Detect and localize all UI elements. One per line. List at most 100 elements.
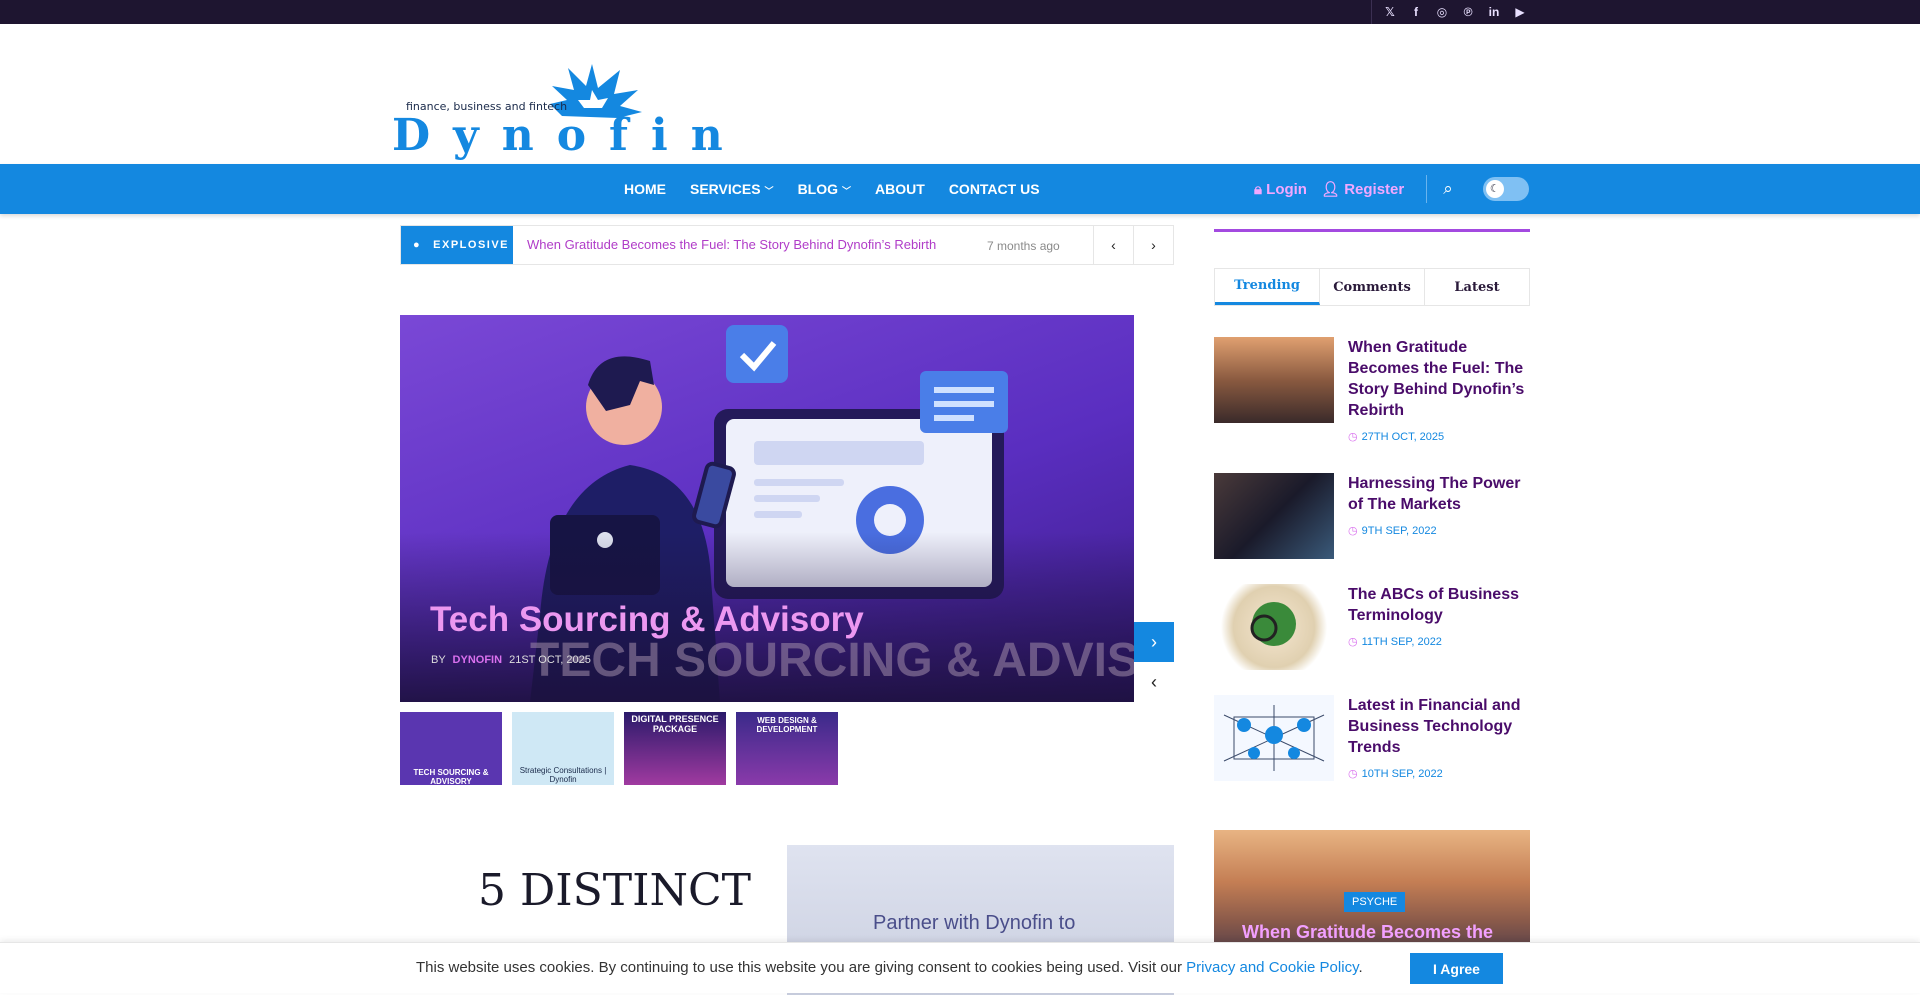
post-date-text: 9TH SEP, 2022 — [1361, 525, 1437, 537]
post-thumbnail[interactable] — [1214, 584, 1334, 670]
category-badge[interactable]: PSYCHE — [1344, 892, 1406, 912]
post-title[interactable]: When Gratitude Becomes the Fuel: The Sto… — [1348, 337, 1530, 421]
chevron-down-icon: ﹀ — [764, 186, 774, 196]
hero-title[interactable]: Tech Sourcing & Advisory — [430, 600, 864, 640]
clock-icon: ◷ — [1348, 525, 1358, 537]
list-item[interactable]: Latest in Financial and Business Technol… — [1214, 695, 1530, 805]
post-date-text: 27TH OCT, 2025 — [1361, 431, 1445, 443]
nav-divider — [1426, 175, 1428, 203]
logo-wordmark: Dynofin — [392, 110, 746, 161]
thumbnail-caption: WEB DESIGN & DEVELOPMENT — [756, 716, 818, 734]
hero-slide[interactable]: TECH SOURCING & ADVISORY Tech Sourcing &… — [400, 315, 1134, 702]
user-icon: 👤︎ — [1320, 181, 1341, 198]
nav-about[interactable]: ABOUT — [875, 181, 925, 197]
post-date-text: 10TH SEP, 2022 — [1361, 768, 1443, 780]
privacy-policy-link[interactable]: Privacy and Cookie Policy — [1186, 959, 1358, 976]
detective-illustration — [1250, 602, 1296, 646]
search-icon[interactable]: ⌕ — [1443, 179, 1453, 199]
facebook-icon[interactable]: f — [1406, 2, 1426, 22]
ticker-headline[interactable]: When Gratitude Becomes the Fuel: The Sto… — [527, 237, 936, 252]
cookie-text: This website uses cookies. By continuing… — [416, 959, 1363, 976]
thumbnail-3[interactable]: DIGITAL PRESENCE PACKAGE — [624, 712, 726, 785]
login-link[interactable]: 🔒︎ Login — [1254, 181, 1307, 198]
top-bar: 𝕏 f ◎ ℗ in ▶ — [0, 0, 1920, 24]
pinterest-icon[interactable]: ℗ — [1458, 2, 1478, 22]
main-nav: HOME SERVICES ﹀ BLOG ﹀ ABOUT CONTACT US 🔒︎… — [0, 164, 1920, 214]
instagram-icon[interactable]: ◎ — [1432, 2, 1452, 22]
section-heading: 5 DISTINCT — [478, 865, 752, 916]
thumbnail-caption: Strategic Consultations | Dynofin — [519, 766, 607, 784]
register-link[interactable]: 👤︎ Register — [1321, 180, 1404, 198]
agree-button[interactable]: I Agree — [1410, 953, 1503, 984]
post-date: ◷ 9TH SEP, 2022 — [1348, 524, 1437, 537]
hero-date: 21ST OCT, 2025 — [509, 654, 591, 666]
post-thumbnail[interactable] — [1214, 473, 1334, 559]
post-date: ◷ 27TH OCT, 2025 — [1348, 430, 1444, 443]
nav-services[interactable]: SERVICES ﹀ — [690, 181, 774, 197]
chevron-down-icon: ﹀ — [842, 186, 852, 196]
nav-services-label: SERVICES — [690, 181, 761, 197]
nav-contact[interactable]: CONTACT US — [949, 181, 1040, 197]
site-header: finance, business and fintech Dynofin — [0, 24, 1920, 164]
ticker-prev-button[interactable]: ‹ — [1093, 226, 1133, 264]
sidebar-tabs: Trending Comments Latest — [1214, 268, 1530, 306]
post-thumbnail[interactable] — [1214, 337, 1334, 423]
social-links: 𝕏 f ◎ ℗ in ▶ — [1371, 0, 1530, 24]
chevron-right-icon: › — [1151, 631, 1157, 652]
ticker-label: ● EXPLOSIVE — [401, 226, 513, 264]
nav-blog[interactable]: BLOG ﹀ — [798, 181, 851, 197]
slider-next-button[interactable]: › — [1134, 622, 1174, 662]
tab-latest[interactable]: Latest — [1425, 269, 1529, 305]
bomb-icon: ● — [413, 239, 422, 251]
dark-mode-toggle[interactable]: ☾ — [1482, 177, 1529, 201]
thumbnail-caption: DIGITAL PRESENCE PACKAGE — [631, 714, 719, 734]
clock-icon: ◷ — [1348, 768, 1358, 780]
lock-icon: 🔒︎ — [1254, 180, 1262, 198]
list-item[interactable]: The ABCs of Business Terminology ◷ 11TH S… — [1214, 584, 1530, 674]
post-title[interactable]: The ABCs of Business Terminology — [1348, 584, 1530, 626]
post-title[interactable]: Latest in Financial and Business Technol… — [1348, 695, 1530, 758]
thumbnail-1[interactable]: TECH SOURCING & ADVISORY — [400, 712, 502, 785]
network-illustration — [1223, 705, 1325, 771]
slider-prev-button[interactable]: ‹ — [1134, 662, 1174, 702]
chevron-left-icon: ‹ — [1151, 671, 1157, 692]
login-label: Login — [1266, 180, 1307, 198]
ticker-next-button[interactable]: › — [1133, 226, 1173, 264]
slider-thumbnails: TECH SOURCING & ADVISORY Strategic Consu… — [400, 712, 838, 785]
ticker-time: 7 months ago — [987, 239, 1060, 253]
youtube-icon[interactable]: ▶ — [1510, 2, 1530, 22]
tab-trending[interactable]: Trending — [1215, 269, 1320, 305]
list-item[interactable]: When Gratitude Becomes the Fuel: The Sto… — [1214, 337, 1530, 447]
post-thumbnail[interactable] — [1214, 695, 1334, 781]
sidebar-divider — [1214, 229, 1530, 232]
tab-comments[interactable]: Comments — [1320, 269, 1425, 305]
cookie-message: This website uses cookies. By continuing… — [416, 959, 1187, 976]
thumbnail-4[interactable]: WEB DESIGN & DEVELOPMENT — [736, 712, 838, 785]
site-logo[interactable]: finance, business and fintech Dynofin — [392, 38, 723, 161]
post-date: ◷ 10TH SEP, 2022 — [1348, 767, 1443, 780]
thumbnail-caption: TECH SOURCING & ADVISORY — [413, 768, 489, 785]
hero-by: BY — [431, 654, 446, 666]
thumbnail-2[interactable]: Strategic Consultations | Dynofin — [512, 712, 614, 785]
clock-icon: ◷ — [1348, 636, 1358, 648]
list-item[interactable]: Harnessing The Power of The Markets ◷ 9TH… — [1214, 473, 1530, 563]
featured-post[interactable]: PSYCHE When Gratitude Becomes the — [1214, 830, 1530, 960]
post-date: ◷ 11TH SEP, 2022 — [1348, 635, 1442, 648]
ticker-label-text: EXPLOSIVE — [433, 239, 510, 251]
featured-post-title[interactable]: When Gratitude Becomes the — [1242, 922, 1493, 943]
x-icon[interactable]: 𝕏 — [1380, 2, 1400, 22]
partner-text: Partner with Dynofin to — [873, 912, 1076, 934]
hero-watermark-text: TECH SOURCING & ADVISORY — [530, 634, 1134, 687]
nav-home[interactable]: HOME — [624, 181, 666, 197]
post-title[interactable]: Harnessing The Power of The Markets — [1348, 473, 1530, 515]
clock-icon: ◷ — [1348, 431, 1358, 443]
hero-meta: BY DYNOFIN 21ST OCT, 2025 — [431, 654, 591, 666]
post-date-text: 11TH SEP, 2022 — [1361, 636, 1442, 648]
nav-blog-label: BLOG — [797, 181, 839, 197]
news-ticker: ● EXPLOSIVE When Gratitude Becomes the F… — [400, 225, 1174, 265]
moon-icon: ☾ — [1485, 180, 1504, 198]
hero-author[interactable]: DYNOFIN — [453, 654, 503, 666]
cookie-period: . — [1358, 959, 1363, 976]
linkedin-icon[interactable]: in — [1484, 2, 1504, 22]
register-label: Register — [1344, 181, 1405, 198]
